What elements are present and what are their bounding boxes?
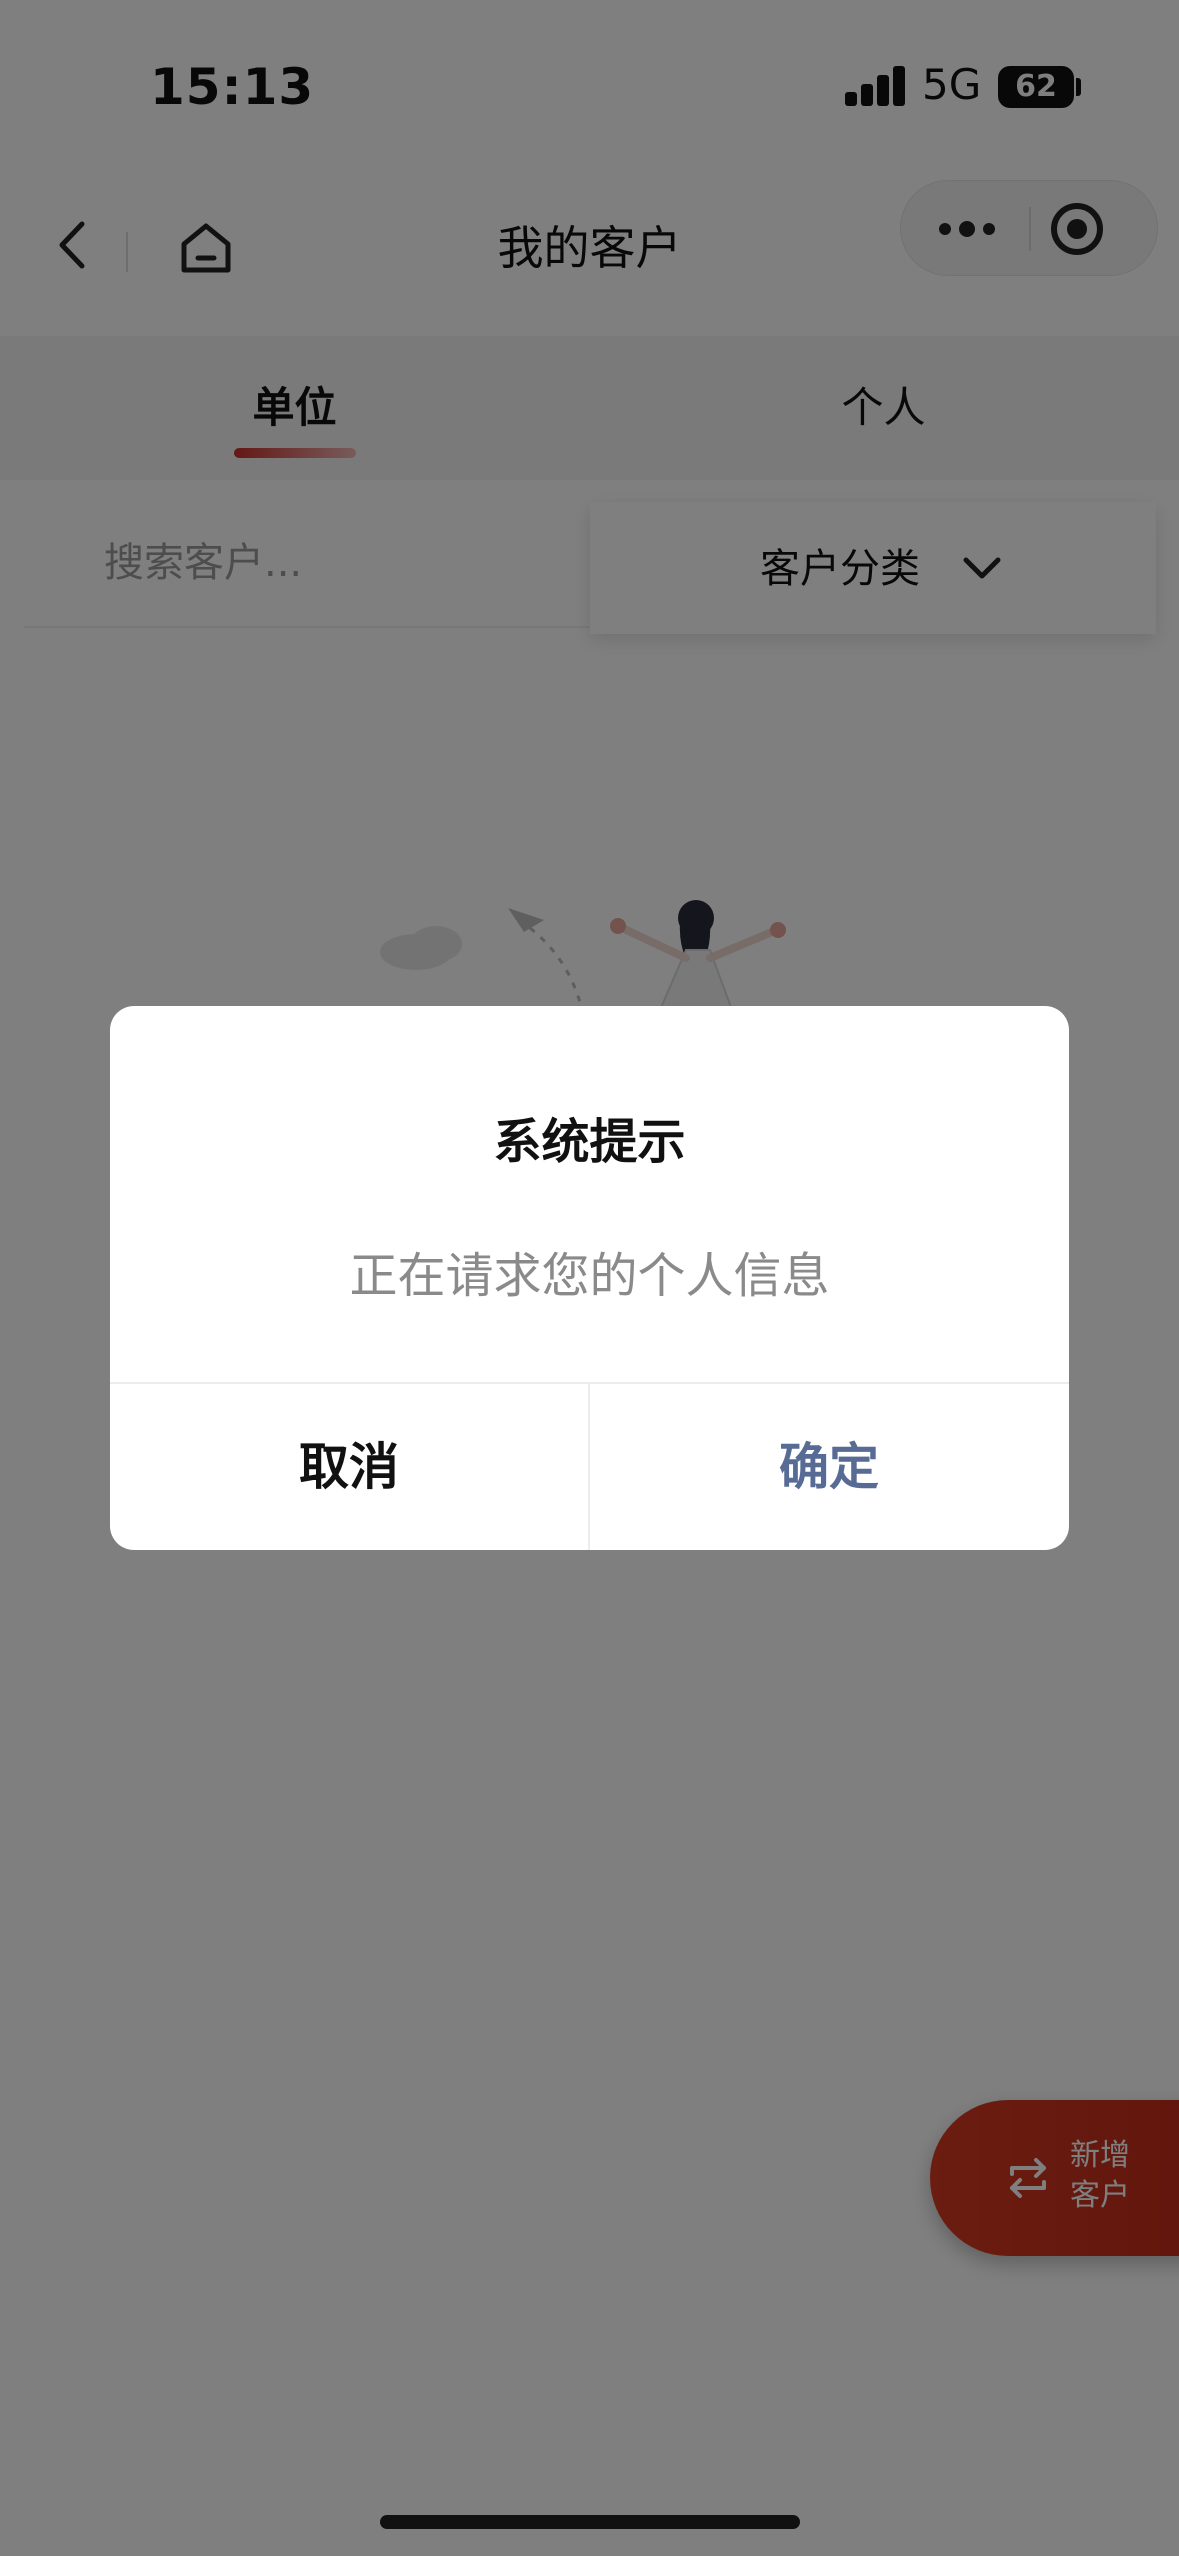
app-screen: 15:13 5G 62 我的客户 单位 (0, 0, 1179, 2556)
system-dialog: 系统提示 正在请求您的个人信息 取消 确定 (110, 1006, 1069, 1550)
dialog-message: 正在请求您的个人信息 (349, 1248, 830, 1304)
confirm-button[interactable]: 确定 (590, 1384, 1068, 1550)
cancel-button[interactable]: 取消 (110, 1384, 588, 1550)
home-indicator (380, 2515, 800, 2529)
dialog-title: 系统提示 (493, 1114, 686, 1170)
